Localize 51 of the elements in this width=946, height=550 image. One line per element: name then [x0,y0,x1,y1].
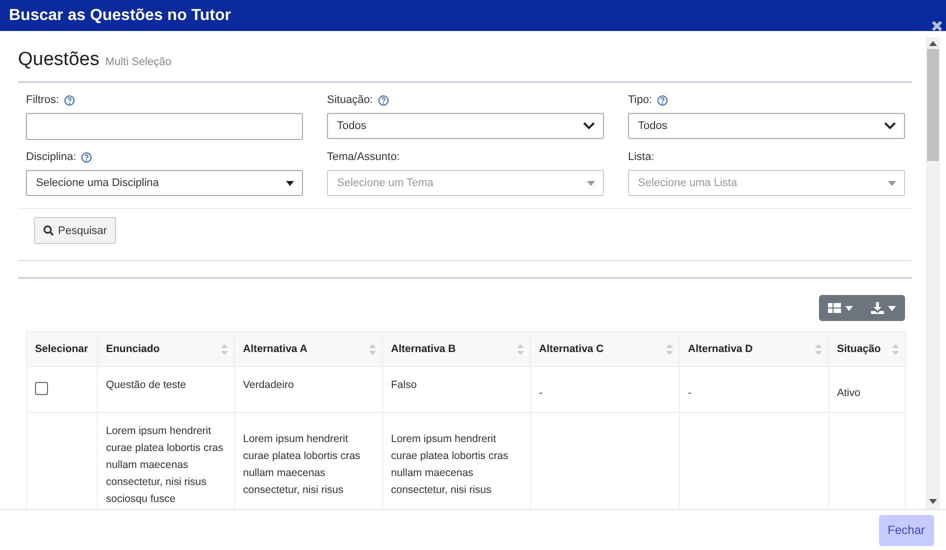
table-cell-text: - [539,386,544,401]
field-label: Filtros: [26,94,59,106]
help-icon[interactable] [657,94,668,106]
close-button[interactable]: Fechar [878,514,934,546]
select-field[interactable]: Todos [628,113,905,139]
page-subtitle: Multi Seleção [105,56,172,68]
column-header[interactable]: Alternativa D [680,332,828,366]
page-title: Questões [18,49,100,71]
window-title: Buscar as Questões no Tutor [9,6,231,24]
column-header[interactable]: Selecionar [26,332,98,366]
grid-icon [828,303,841,313]
help-icon[interactable] [378,94,389,106]
column-header[interactable]: Alternativa A [234,332,382,366]
scroll-thumb[interactable] [927,49,939,161]
table-cell-text: Verdadeiro [243,378,295,393]
column-header[interactable]: Enunciado [98,332,234,366]
field-label: Tema/Assunto: [327,151,400,163]
select-field[interactable]: Todos [327,113,604,139]
help-icon[interactable] [81,152,92,162]
chevron-down-icon [884,122,896,130]
row-checkbox[interactable] [35,382,48,395]
field-label: Lista: [628,151,654,163]
caret-icon [286,180,294,186]
search-button[interactable]: Pesquisar [34,217,116,244]
help-icon[interactable] [64,94,75,106]
scroll-up-icon[interactable] [929,41,937,46]
field-label: Disciplina: [26,151,76,163]
select-field[interactable]: Selecione uma Disciplina [26,170,303,196]
caret-icon [845,306,853,310]
table-cell-text: - [688,386,692,401]
chevron-down-icon [583,122,595,130]
table-cell-text: Ativo [837,386,862,401]
table-cell-text: Lorem ipsum hendrerit curae platea lobortis cras nullam maecenas consectetur, nisi risus sociosqu fusce [106,424,224,507]
column-header[interactable]: Alternativa C [530,332,680,366]
caret-icon [888,306,896,310]
table-cell-text: Falso [391,378,418,393]
table-cell-text: Lorem ipsum hendrerit curae platea lobortis cras nullam maecenas consectetur, nisi risus [243,432,362,498]
column-header[interactable]: Situação [828,332,906,366]
close-icon[interactable] [932,20,942,30]
caret-icon [888,180,896,186]
caret-icon [587,180,595,186]
column-header[interactable]: Alternativa B [382,332,530,366]
table-cell-text: Questão de teste [106,378,187,393]
filter-input[interactable] [26,113,303,140]
scrollbar[interactable] [926,37,940,509]
scroll-down-icon[interactable] [929,499,937,504]
search-icon [43,225,54,236]
field-label: Tipo: [628,94,652,106]
table-cell-text: Lorem ipsum hendrerit curae platea lobortis cras nullam maecenas consectetur, nisi risus [391,432,510,498]
download-icon [871,302,884,314]
field-label: Situação: [327,94,373,106]
